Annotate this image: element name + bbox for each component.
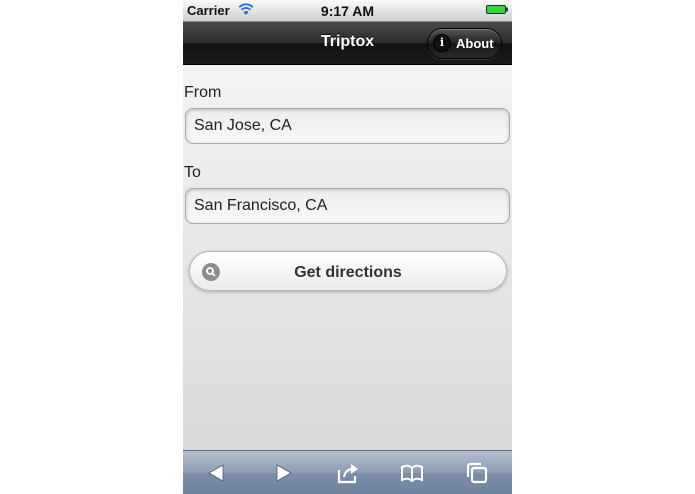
from-input[interactable] [185, 108, 510, 144]
about-button-label: About [456, 36, 494, 51]
info-icon: i [433, 34, 451, 52]
from-label: From [184, 84, 222, 101]
tabs-icon[interactable] [465, 461, 489, 485]
back-icon[interactable] [205, 461, 229, 485]
to-label: To [184, 164, 201, 181]
bookmarks-icon[interactable] [400, 461, 424, 485]
phone-screen: Carrier 9:17 AM Triptox i About From To [183, 0, 512, 494]
share-icon[interactable] [336, 461, 360, 485]
to-input[interactable] [185, 188, 510, 224]
get-directions-button[interactable]: Get directions [189, 251, 507, 291]
about-button[interactable]: i About [427, 28, 502, 59]
status-time: 9:17 AM [320, 3, 375, 19]
battery-icon [486, 5, 508, 14]
status-bar: Carrier 9:17 AM [183, 0, 512, 22]
forward-icon[interactable] [271, 461, 295, 485]
get-directions-label: Get directions [294, 264, 402, 281]
browser-toolbar [183, 450, 512, 494]
main-content: From To Get directions [183, 65, 512, 450]
app-header: Triptox i About [183, 22, 512, 65]
